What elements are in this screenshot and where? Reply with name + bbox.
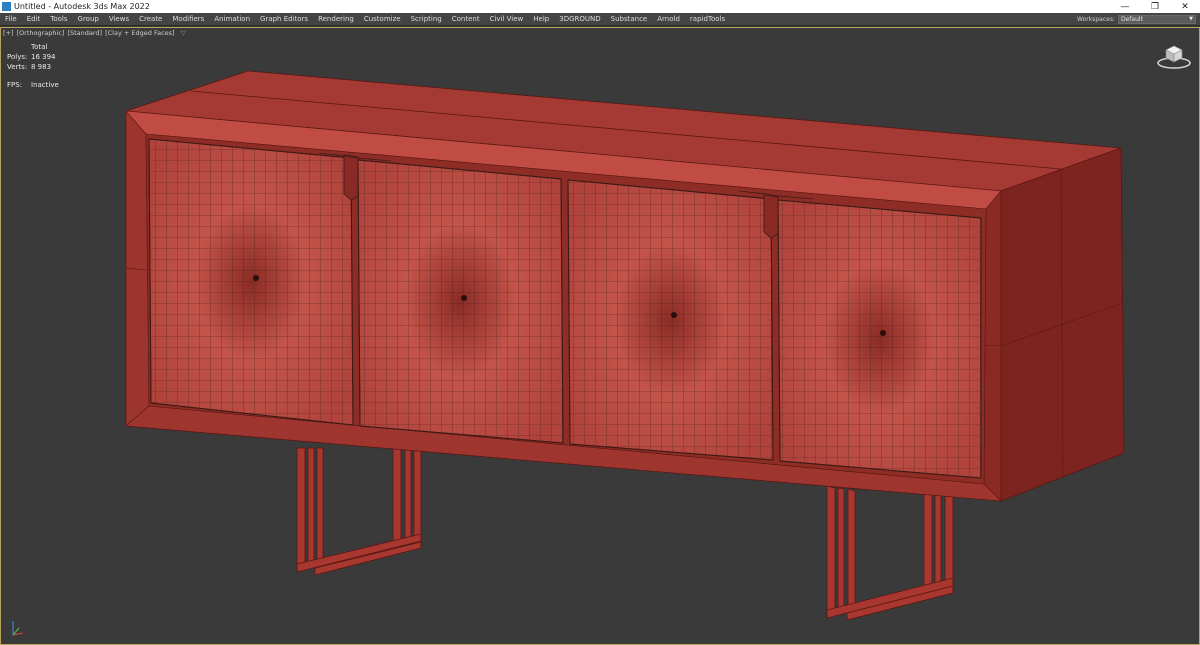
- menu-item-rendering[interactable]: Rendering: [313, 13, 359, 26]
- door-4: [777, 199, 982, 479]
- model-scene[interactable]: [1, 28, 1200, 645]
- menu-item-rapidtools[interactable]: rapidTools: [685, 13, 730, 26]
- viewport-perspective[interactable]: [+] [Orthographic] [Standard] [Clay + Ed…: [0, 27, 1200, 645]
- menu-item-customize[interactable]: Customize: [359, 13, 406, 26]
- viewcube-icon[interactable]: [1156, 42, 1192, 70]
- polys-label: Polys:: [7, 53, 28, 61]
- restore-button[interactable]: ❐: [1140, 0, 1170, 13]
- stats-header: Total: [31, 43, 48, 51]
- workspaces-value: Default: [1121, 15, 1143, 23]
- title-bar: Untitled - Autodesk 3ds Max 2022 — ❐ ✕: [0, 0, 1200, 13]
- menu-item-content[interactable]: Content: [447, 13, 485, 26]
- menu-item-edit[interactable]: Edit: [22, 13, 46, 26]
- window-title: Untitled - Autodesk 3ds Max 2022: [14, 2, 150, 11]
- viewport-view-label[interactable]: [Orthographic]: [17, 29, 65, 37]
- viewport-shading-standard[interactable]: [Standard]: [67, 29, 102, 37]
- axis-tripod-icon: [12, 621, 24, 636]
- viewport-shading-mode[interactable]: [Clay + Edged Faces]: [105, 29, 174, 37]
- menu-item-graph-editors[interactable]: Graph Editors: [255, 13, 313, 26]
- menu-item-arnold[interactable]: Arnold: [652, 13, 685, 26]
- polys-value: 16 394: [31, 53, 56, 61]
- menu-item-3dground[interactable]: 3DGROUND: [554, 13, 605, 26]
- door-2: [357, 159, 564, 444]
- menu-item-views[interactable]: Views: [104, 13, 134, 26]
- fps-value: Inactive: [31, 81, 59, 89]
- workspaces-select[interactable]: Default ▼: [1118, 14, 1196, 24]
- menu-item-tools[interactable]: Tools: [45, 13, 72, 26]
- menu-item-animation[interactable]: Animation: [209, 13, 255, 26]
- 3dsmax-app-icon: [2, 2, 11, 11]
- door-3: [567, 179, 774, 461]
- filter-icon[interactable]: ▽: [181, 29, 186, 37]
- viewport-label[interactable]: [+] [Orthographic] [Standard] [Clay + Ed…: [3, 29, 186, 37]
- door-1: [148, 138, 354, 426]
- menu-item-scripting[interactable]: Scripting: [406, 13, 447, 26]
- menu-items: File Edit Tools Group Views Create Modifiers An…: [0, 13, 730, 26]
- workspaces-label: Workspaces:: [1077, 15, 1115, 23]
- verts-label: Verts:: [7, 63, 28, 71]
- chevron-down-icon: ▼: [1189, 16, 1193, 22]
- menu-item-modifiers[interactable]: Modifiers: [167, 13, 209, 26]
- verts-value: 8 983: [31, 63, 52, 71]
- close-button[interactable]: ✕: [1170, 0, 1200, 13]
- menu-item-substance[interactable]: Substance: [606, 13, 653, 26]
- viewport-menu-plus[interactable]: [+]: [3, 29, 14, 37]
- menu-item-help[interactable]: Help: [528, 13, 554, 26]
- statistics-overlay: Total Polys: 16 394 Verts: 8 983 FPS: Inact…: [7, 42, 59, 90]
- minimize-button[interactable]: —: [1110, 0, 1140, 13]
- menu-item-group[interactable]: Group: [73, 13, 104, 26]
- menu-item-civil-view[interactable]: Civil View: [485, 13, 529, 26]
- menu-item-create[interactable]: Create: [134, 13, 167, 26]
- menu-bar: File Edit Tools Group Views Create Modifiers An…: [0, 13, 1200, 26]
- menu-item-file[interactable]: File: [0, 13, 22, 26]
- fps-label: FPS:: [7, 81, 23, 89]
